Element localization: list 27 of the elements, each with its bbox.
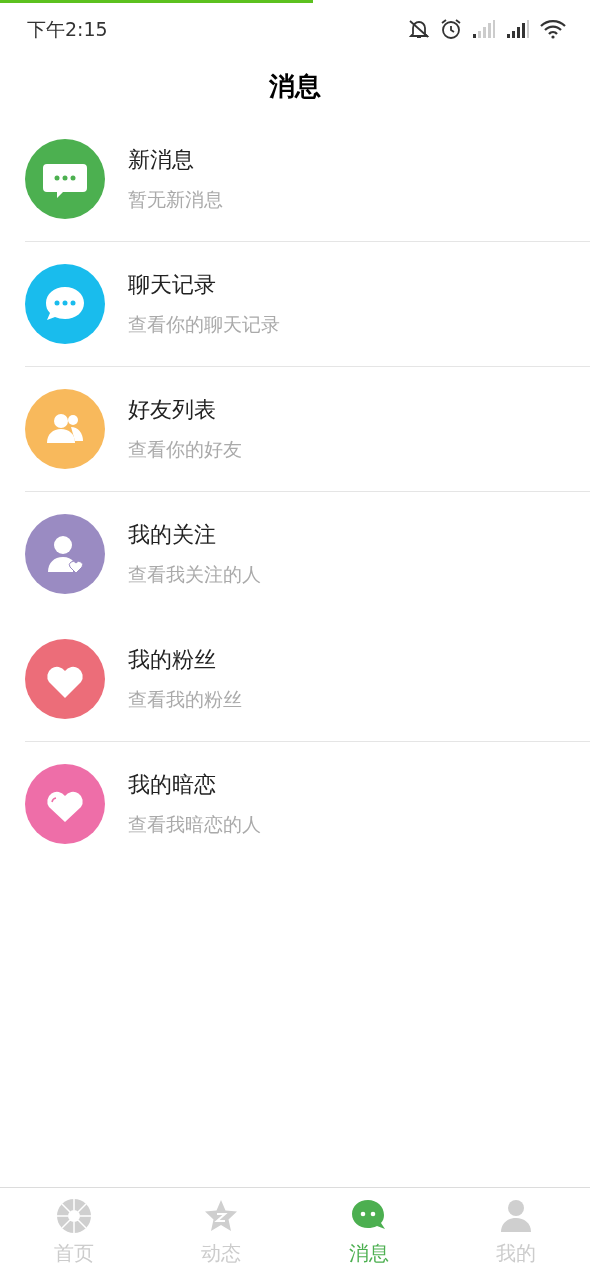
signal-icon bbox=[472, 19, 496, 39]
muted-bell-icon bbox=[408, 18, 430, 40]
page-title: 消息 bbox=[269, 69, 321, 103]
list-item[interactable]: 我的关注 查看我关注的人 bbox=[25, 492, 590, 616]
item-title: 我的暗恋 bbox=[128, 771, 217, 799]
list-item[interactable]: 我的粉丝 查看我的粉丝 bbox=[25, 617, 590, 741]
item-title: 好友列表 bbox=[128, 396, 217, 424]
list-item[interactable]: 好友列表 查看你的好友 bbox=[25, 367, 590, 491]
status-time: 下午2:15 bbox=[27, 16, 108, 42]
item-subtitle: 查看你的好友 bbox=[128, 437, 242, 462]
wifi-icon bbox=[540, 19, 566, 39]
item-title: 聊天记录 bbox=[128, 271, 217, 299]
item-subtitle: 查看我暗恋的人 bbox=[128, 812, 261, 837]
star-icon bbox=[203, 1198, 240, 1234]
item-subtitle: 查看我的粉丝 bbox=[128, 687, 242, 712]
list-item[interactable]: 新消息 暂无新消息 bbox=[25, 117, 590, 241]
item-subtitle: 查看你的聊天记录 bbox=[128, 312, 280, 337]
aperture-icon bbox=[55, 1198, 92, 1234]
list-item[interactable]: 我的暗恋 查看我暗恋的人 bbox=[25, 742, 590, 866]
list-item[interactable]: 聊天记录 查看你的聊天记录 bbox=[25, 242, 590, 366]
item-title: 我的粉丝 bbox=[128, 646, 217, 674]
item-title: 新消息 bbox=[128, 146, 195, 174]
item-subtitle: 暂无新消息 bbox=[128, 187, 223, 212]
item-title: 我的关注 bbox=[128, 521, 217, 549]
alarm-icon bbox=[440, 18, 462, 40]
signal-icon bbox=[506, 19, 530, 39]
item-subtitle: 查看我关注的人 bbox=[128, 562, 261, 587]
